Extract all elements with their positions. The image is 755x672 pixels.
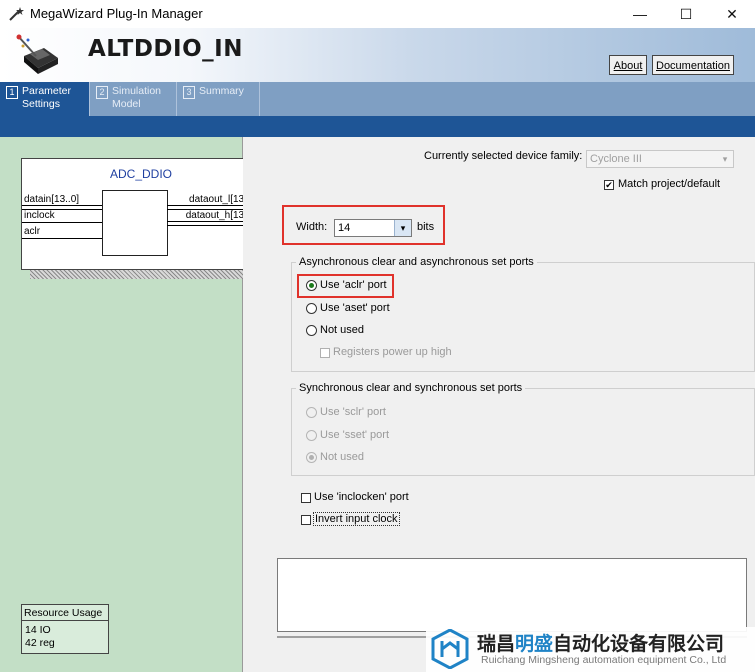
device-family-select: Cyclone III ▾ bbox=[586, 150, 734, 168]
use-sset-radio bbox=[306, 430, 317, 441]
watermark-company-en: Ruichang Mingsheng automation equipment … bbox=[481, 654, 727, 666]
chevron-down-icon: ▾ bbox=[394, 220, 411, 236]
symbol-instance-name: ADC_DDIO bbox=[109, 167, 172, 181]
use-sset-label: Use 'sset' port bbox=[320, 429, 390, 441]
use-aset-radio[interactable] bbox=[306, 303, 317, 314]
width-label: Width: bbox=[296, 221, 328, 233]
megawizard-chip-icon bbox=[16, 34, 58, 74]
symbol-preview-pane: ADC_DDIO datain[13..0] inclock aclr data… bbox=[0, 137, 270, 672]
tab-parameter-settings[interactable]: 1 Parameter Settings bbox=[0, 82, 90, 116]
about-button[interactable]: About bbox=[609, 55, 647, 75]
resource-reg-count: 42 reg bbox=[25, 637, 55, 649]
tab-label: Simulation Model bbox=[112, 85, 162, 110]
symbol-body bbox=[102, 190, 168, 256]
wire-inclock bbox=[22, 222, 102, 223]
close-button[interactable]: ✕ bbox=[709, 0, 755, 28]
company-logo-icon bbox=[431, 629, 469, 669]
parameter-settings-pane: Currently selected device family: Cyclon… bbox=[243, 137, 755, 672]
invert-clock-checkbox[interactable] bbox=[301, 515, 311, 525]
wire-aclr bbox=[22, 238, 102, 239]
use-aclr-label: Use 'aclr' port bbox=[320, 279, 387, 291]
resource-io-count: 14 IO bbox=[25, 624, 51, 636]
minimize-button[interactable]: — bbox=[617, 0, 663, 28]
tab-number: 1 bbox=[6, 86, 18, 99]
port-datain: datain[13..0] bbox=[24, 194, 80, 205]
power-up-high-checkbox bbox=[320, 348, 330, 358]
match-project-label: Match project/default bbox=[618, 178, 721, 190]
use-aclr-radio[interactable] bbox=[306, 280, 317, 291]
port-inclock: inclock bbox=[24, 210, 55, 221]
resource-usage-title: Resource Usage bbox=[22, 605, 108, 621]
async-group-title: Asynchronous clear and asynchronous set … bbox=[296, 256, 537, 268]
tab-summary[interactable]: 3 Summary bbox=[177, 82, 260, 116]
tab-number: 2 bbox=[96, 86, 108, 99]
wizard-wand-icon bbox=[9, 7, 24, 21]
use-sclr-radio bbox=[306, 407, 317, 418]
port-aclr: aclr bbox=[24, 226, 41, 237]
inclocken-label: Use 'inclocken' port bbox=[314, 491, 409, 503]
sync-group-title: Synchronous clear and synchronous set po… bbox=[296, 382, 526, 394]
use-sclr-label: Use 'sclr' port bbox=[320, 406, 386, 418]
sync-not-used-label: Not used bbox=[320, 451, 365, 463]
device-family-label: Currently selected device family: bbox=[424, 150, 583, 162]
chevron-down-icon: ▾ bbox=[722, 154, 728, 164]
resource-usage-box: Resource Usage 14 IO 42 reg bbox=[21, 604, 109, 654]
tab-simulation-model[interactable]: 2 Simulation Model bbox=[90, 82, 177, 116]
documentation-button[interactable]: Documentation bbox=[652, 55, 734, 75]
window-title-bar: MegaWizard Plug-In Manager — ☐ ✕ bbox=[0, 0, 755, 28]
window-title: MegaWizard Plug-In Manager bbox=[30, 6, 203, 21]
watermark-company-cn: 瑞昌明盛自动化设备有限公司 bbox=[477, 633, 725, 655]
company-watermark: 瑞昌明盛自动化设备有限公司 Ruichang Mingsheng automat… bbox=[426, 627, 755, 672]
wizard-header: ALTDDIO_IN About Documentation bbox=[0, 28, 755, 82]
tab-label: Parameter Settings bbox=[22, 85, 72, 110]
width-select[interactable]: 14 ▾ bbox=[334, 219, 412, 237]
message-text-area[interactable] bbox=[277, 558, 747, 632]
async-not-used-label: Not used bbox=[320, 324, 365, 336]
tab-underline-band bbox=[0, 116, 755, 137]
match-project-checkbox[interactable]: ✔ bbox=[604, 180, 614, 190]
sync-not-used-radio bbox=[306, 452, 317, 463]
wizard-tabs: 1 Parameter Settings 2 Simulation Model 3 … bbox=[0, 82, 755, 116]
inclocken-checkbox[interactable] bbox=[301, 493, 311, 503]
megafunction-title: ALTDDIO_IN bbox=[88, 36, 243, 62]
megafunction-symbol: ADC_DDIO datain[13..0] inclock aclr data… bbox=[21, 158, 261, 270]
tab-number: 3 bbox=[183, 86, 195, 99]
invert-clock-label: Invert input clock bbox=[313, 512, 400, 526]
maximize-button[interactable]: ☐ bbox=[663, 0, 709, 28]
tab-label: Summary bbox=[199, 85, 244, 97]
async-not-used-radio[interactable] bbox=[306, 325, 317, 336]
width-unit: bits bbox=[417, 221, 435, 233]
use-aset-label: Use 'aset' port bbox=[320, 302, 390, 314]
power-up-high-label: Registers power up high bbox=[333, 346, 452, 358]
